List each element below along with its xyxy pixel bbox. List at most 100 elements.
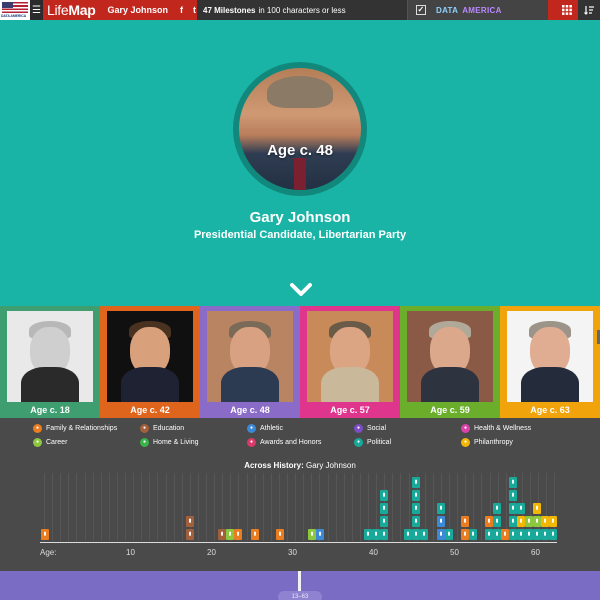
milestone-marker[interactable]: ▮ [493, 516, 501, 527]
milestone-marker[interactable]: ▮ [517, 503, 525, 514]
hero-section: Age c. 48 Gary Johnson Presidential Cand… [0, 20, 600, 306]
milestone-marker[interactable]: ▮ [412, 529, 420, 540]
milestone-marker[interactable]: ▮ [509, 516, 517, 527]
twitter-icon[interactable]: t [193, 5, 196, 15]
milestone-marker[interactable]: ▮ [41, 529, 49, 540]
photo-tile[interactable]: Age c. 57 [300, 306, 400, 418]
milestone-marker[interactable]: ▮ [364, 529, 372, 540]
milestone-marker[interactable]: ▮ [485, 529, 493, 540]
milestone-marker[interactable]: ▮ [541, 516, 549, 527]
milestone-marker[interactable]: ▮ [485, 516, 493, 527]
milestone-marker[interactable]: ▮ [549, 516, 557, 527]
milestone-marker[interactable]: ▮ [501, 529, 509, 540]
milestone-marker[interactable]: ▮ [517, 516, 525, 527]
legend-item[interactable]: ● Education [140, 423, 184, 433]
legend-item[interactable]: ● Political [354, 437, 391, 447]
legend-item[interactable]: ● Home & Living [140, 437, 199, 447]
era-range-pill[interactable]: 13–63 [278, 591, 322, 600]
milestone-marker[interactable]: ▮ [541, 529, 549, 540]
photo-tile[interactable]: Age c. 59 [400, 306, 500, 418]
milestone-marker[interactable]: ▮ [469, 529, 477, 540]
milestone-marker[interactable]: ▮ [234, 529, 242, 540]
timeline-gridline [197, 473, 199, 541]
milestone-marker[interactable]: ▮ [533, 516, 541, 527]
milestone-marker[interactable]: ▮ [308, 529, 316, 540]
legend-item[interactable]: ● Awards and Honors [247, 437, 321, 447]
brand-logo[interactable]: LifeMap [47, 2, 96, 18]
photo-tile[interactable]: Age c. 42 [100, 306, 200, 418]
milestone-marker[interactable]: ▮ [276, 529, 284, 540]
chevron-down-icon[interactable] [289, 282, 313, 298]
milestones-count: 47 Milestones [203, 5, 256, 15]
milestone-marker[interactable]: ▮ [404, 529, 412, 540]
milestones-info[interactable]: 47 Milestones in 100 characters or less [197, 0, 407, 20]
milestone-marker[interactable]: ▮ [461, 529, 469, 540]
photo-image [407, 311, 493, 402]
milestone-marker[interactable]: ▮ [437, 503, 445, 514]
milestone-marker[interactable]: ▮ [380, 490, 388, 501]
timeline-gridline [481, 473, 483, 541]
checkbox-icon[interactable]: ✓ [416, 5, 426, 15]
milestone-marker[interactable]: ▮ [218, 529, 226, 540]
timeline-gridline [295, 473, 297, 541]
grid-icon[interactable] [556, 0, 578, 20]
milestone-marker[interactable]: ▮ [380, 516, 388, 527]
milestone-marker[interactable]: ▮ [549, 529, 557, 540]
milestone-marker[interactable]: ▮ [461, 516, 469, 527]
milestone-marker[interactable]: ▮ [509, 529, 517, 540]
milestone-marker[interactable]: ▮ [186, 516, 194, 527]
data-america-toggle[interactable]: ✓ DATA AMERICA [408, 0, 548, 20]
milestone-marker[interactable]: ▮ [445, 529, 453, 540]
legend-item[interactable]: ● Health & Wellness [461, 423, 531, 433]
milestone-marker[interactable]: ▮ [380, 529, 388, 540]
milestone-marker[interactable]: ▮ [493, 529, 501, 540]
hamburger-icon[interactable]: ☰ [30, 0, 43, 20]
milestone-marker[interactable]: ▮ [509, 477, 517, 488]
milestone-marker[interactable]: ▮ [186, 529, 194, 540]
sort-icon[interactable] [578, 0, 600, 20]
milestone-marker[interactable]: ▮ [412, 477, 420, 488]
legend-label: Education [153, 424, 185, 432]
legend-item[interactable]: ● Philanthropy [461, 437, 513, 447]
timeline-gridline [400, 473, 402, 541]
milestone-marker[interactable]: ▮ [412, 516, 420, 527]
milestone-marker[interactable]: ▮ [525, 529, 533, 540]
milestone-marker[interactable]: ▮ [525, 516, 533, 527]
milestone-marker[interactable]: ▮ [412, 503, 420, 514]
photo-tile[interactable]: Age c. 63 [500, 306, 600, 418]
milestone-marker[interactable]: ▮ [412, 490, 420, 501]
smile-icon: ● [461, 437, 470, 447]
photo-tile[interactable]: Age c. 18 [0, 306, 100, 418]
milestone-marker[interactable]: ▮ [437, 529, 445, 540]
timeline-gridline [68, 473, 70, 541]
flag-logo[interactable]: DATA AMERICA [0, 0, 30, 20]
facebook-icon[interactable]: f [180, 5, 183, 15]
portrait-photo: Age c. 48 [239, 68, 361, 190]
milestone-marker[interactable]: ▮ [251, 529, 259, 540]
photo-age-label: Age c. 18 [30, 405, 70, 415]
milestone-marker[interactable]: ▮ [420, 529, 428, 540]
portrait-tie [294, 158, 306, 190]
milestone-marker[interactable]: ▮ [533, 503, 541, 514]
timeline-title-person: Gary Johnson [306, 461, 356, 470]
milestone-marker[interactable]: ▮ [437, 516, 445, 527]
milestone-marker[interactable]: ▮ [533, 529, 541, 540]
milestone-marker[interactable]: ▮ [372, 529, 380, 540]
photo-tile[interactable]: Age c. 48 [200, 306, 300, 418]
timeline-gridline [206, 473, 207, 541]
milestone-marker[interactable]: ▮ [509, 503, 517, 514]
milestone-marker[interactable]: ▮ [509, 490, 517, 501]
timeline-gridline [351, 473, 353, 541]
legend-item[interactable]: ● Athletic [247, 423, 283, 433]
timeline-gridline [165, 473, 167, 541]
milestone-marker[interactable]: ▮ [493, 503, 501, 514]
legend-item[interactable]: ● Family & Relationships [33, 423, 117, 433]
milestone-marker[interactable]: ▮ [226, 529, 234, 540]
hero-portrait[interactable]: Age c. 48 [233, 62, 367, 196]
milestone-marker[interactable]: ▮ [316, 529, 324, 540]
timeline-gridline [52, 473, 54, 541]
milestone-marker[interactable]: ▮ [380, 503, 388, 514]
milestone-marker[interactable]: ▮ [517, 529, 525, 540]
legend-item[interactable]: ● Career [33, 437, 67, 447]
legend-item[interactable]: ● Social [354, 423, 386, 433]
